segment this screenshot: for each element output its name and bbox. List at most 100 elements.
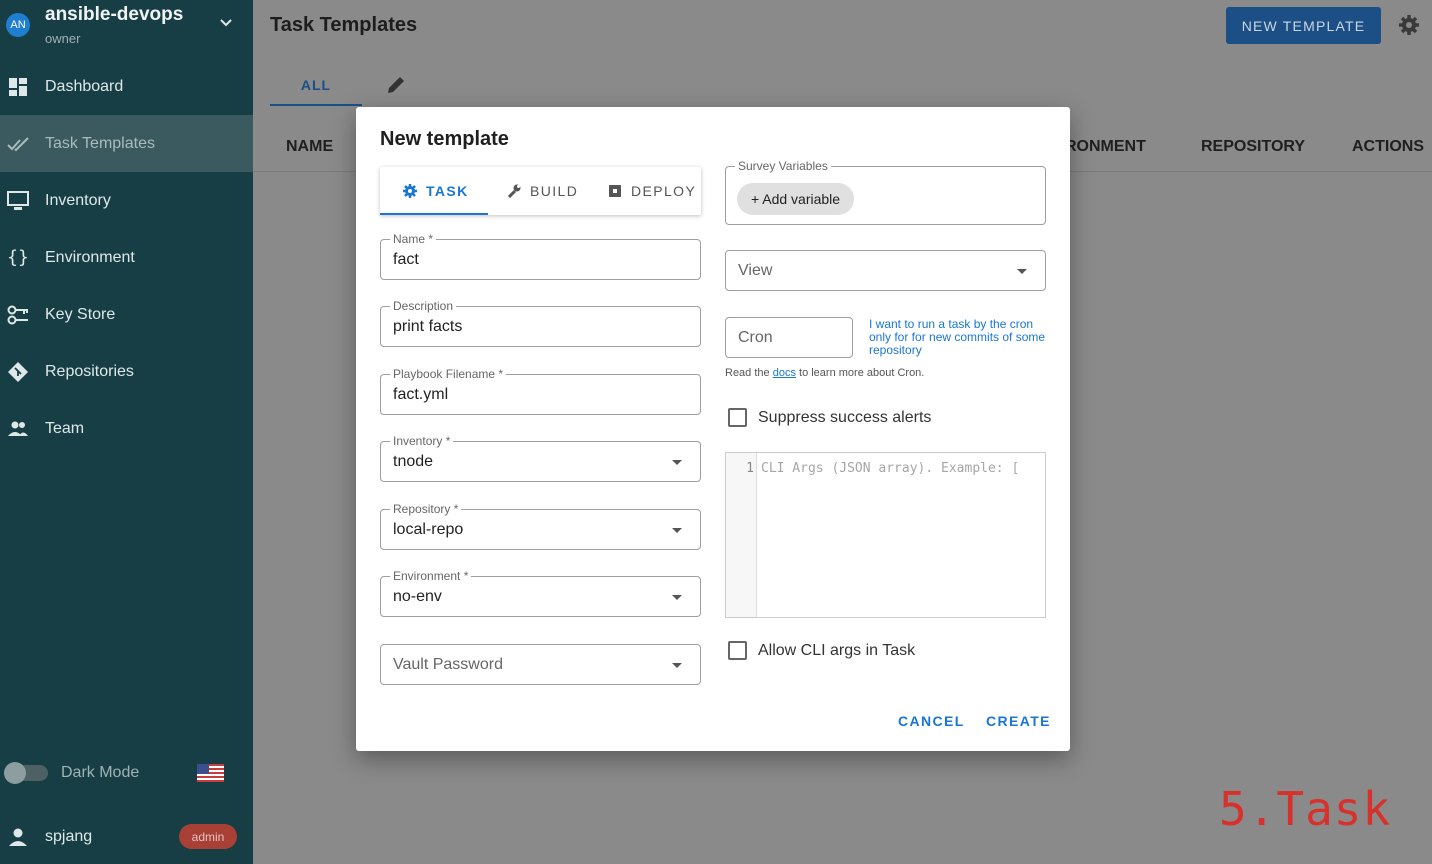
field-value: fact xyxy=(393,251,419,268)
sidebar-item-label: Repositories xyxy=(45,362,134,380)
sidebar-item-label: Inventory xyxy=(45,191,111,209)
new-template-button[interactable]: NEW TEMPLATE xyxy=(1226,7,1381,44)
add-variable-button[interactable]: + Add variable xyxy=(737,183,854,215)
column-header-actions: ACTIONS xyxy=(1352,138,1424,155)
gear-icon[interactable] xyxy=(1398,14,1420,36)
template-type-tabs: TASK BUILD DEPLOY xyxy=(380,167,701,215)
step-overlay-label: 5.Task xyxy=(1219,782,1392,836)
gear-icon xyxy=(403,184,417,198)
dropdown-arrow-icon xyxy=(1017,269,1027,274)
tab-task[interactable]: TASK xyxy=(402,167,469,215)
key-store-icon xyxy=(7,304,29,326)
field-label: Description xyxy=(390,299,457,313)
tab-deploy[interactable]: DEPLOY xyxy=(607,167,696,215)
field-label: Repository * xyxy=(390,502,462,516)
task-templates-icon xyxy=(7,133,29,155)
sidebar-item-label: Environment xyxy=(45,248,135,266)
tab-label: TASK xyxy=(426,183,469,199)
line-number: 1 xyxy=(746,461,754,476)
project-switcher[interactable]: AN ansible-devops owner xyxy=(0,0,253,56)
dashboard-icon xyxy=(7,76,29,98)
user-icon xyxy=(9,828,27,846)
cron-docs-text: Read the docs to learn more about Cron. xyxy=(725,367,924,379)
field-value: tnode xyxy=(393,453,434,470)
admin-badge: admin xyxy=(179,824,237,849)
pencil-icon[interactable] xyxy=(383,72,409,98)
field-label: Playbook Filename * xyxy=(390,367,507,381)
sidebar-item-repositories[interactable]: Repositories xyxy=(0,343,253,400)
name-field[interactable]: Name * fact xyxy=(380,232,701,280)
cancel-button[interactable]: CANCEL xyxy=(898,713,965,729)
survey-variables-box: Survey Variables + Add variable xyxy=(725,159,1046,225)
field-placeholder: Vault Password xyxy=(393,656,503,673)
tab-all[interactable]: ALL xyxy=(270,66,362,106)
cron-repository-link[interactable]: I want to run a task by the cron only fo… xyxy=(869,318,1051,357)
cli-args-editor[interactable]: 1 CLI Args (JSON array). Example: [ xyxy=(725,452,1046,618)
field-label: Name * xyxy=(390,232,437,246)
project-name: ansible-devops xyxy=(45,4,184,25)
tab-label: DEPLOY xyxy=(631,183,697,199)
editor-gutter xyxy=(726,453,757,617)
column-header-name: NAME xyxy=(286,138,334,155)
dark-mode-label: Dark Mode xyxy=(61,764,140,781)
field-value: fact.yml xyxy=(393,386,449,403)
column-header-repository: REPOSITORY xyxy=(1201,138,1306,155)
environment-select[interactable]: Environment * no-env xyxy=(380,569,701,617)
description-field[interactable]: Description print facts xyxy=(380,299,701,347)
us-flag-icon[interactable] xyxy=(197,764,224,782)
sidebar-item-key-store[interactable]: Key Store xyxy=(0,286,253,343)
suppress-success-alerts-label: Suppress success alerts xyxy=(758,409,932,426)
sidebar-item-label: Key Store xyxy=(45,305,116,323)
project-avatar: AN xyxy=(6,13,30,37)
sidebar-item-environment[interactable]: {} Environment xyxy=(0,229,253,286)
editor-placeholder: CLI Args (JSON array). Example: [ xyxy=(761,461,1020,476)
dark-mode-toggle[interactable] xyxy=(4,761,48,785)
field-value: print facts xyxy=(393,318,463,335)
suppress-success-alerts-checkbox[interactable] xyxy=(728,408,747,427)
dropdown-arrow-icon xyxy=(672,460,682,465)
toggle-knob xyxy=(4,762,26,784)
sidebar-item-team[interactable]: Team xyxy=(0,400,253,457)
playbook-filename-field[interactable]: Playbook Filename * fact.yml xyxy=(380,367,701,415)
sidebar-item-dashboard[interactable]: Dashboard xyxy=(0,58,253,115)
tab-build[interactable]: BUILD xyxy=(506,167,578,215)
dialog-title: New template xyxy=(380,128,509,150)
field-value: local-repo xyxy=(393,521,464,538)
sidebar-item-label: Task Templates xyxy=(45,134,155,152)
allow-cli-args-label: Allow CLI args in Task xyxy=(758,642,916,659)
deploy-icon xyxy=(609,185,621,197)
new-template-dialog: New template TASK BUILD DEPLOY Name * fa… xyxy=(356,107,1070,751)
repository-select[interactable]: Repository * local-repo xyxy=(380,502,701,550)
dropdown-arrow-icon xyxy=(672,528,682,533)
vault-password-select[interactable]: Vault Password xyxy=(380,644,701,685)
field-value: no-env xyxy=(393,588,442,605)
dropdown-arrow-icon xyxy=(672,595,682,600)
page-title: Task Templates xyxy=(270,14,418,36)
active-tab-indicator xyxy=(380,213,488,215)
environment-icon: {} xyxy=(7,247,29,268)
sidebar-item-label: Team xyxy=(45,419,85,437)
column-header-environment: RONMENT xyxy=(1065,138,1146,155)
wrench-icon xyxy=(507,184,521,199)
team-icon xyxy=(7,418,29,440)
repositories-icon xyxy=(7,361,29,383)
sidebar-item-label: Dashboard xyxy=(45,77,124,95)
dropdown-arrow-icon xyxy=(672,663,682,668)
field-placeholder: Cron xyxy=(738,329,773,346)
chevron-down-icon[interactable] xyxy=(218,14,234,30)
field-label: Survey Variables xyxy=(735,159,831,173)
sidebar-item-inventory[interactable]: Inventory xyxy=(0,172,253,229)
field-placeholder: View xyxy=(738,262,773,279)
inventory-select[interactable]: Inventory * tnode xyxy=(380,434,701,482)
allow-cli-args-checkbox[interactable] xyxy=(728,641,747,660)
cron-doc-prefix: Read the xyxy=(725,367,773,379)
tab-label: BUILD xyxy=(530,183,579,199)
cron-docs-link[interactable]: docs xyxy=(773,367,796,379)
sidebar-item-task-templates[interactable]: Task Templates xyxy=(0,115,253,172)
cron-input[interactable]: Cron xyxy=(725,317,853,358)
create-button[interactable]: CREATE xyxy=(986,713,1051,729)
field-label: Environment * xyxy=(390,569,472,583)
cron-doc-suffix: to learn more about Cron. xyxy=(795,367,925,379)
project-role: owner xyxy=(45,31,81,46)
view-select[interactable]: View xyxy=(725,250,1046,291)
